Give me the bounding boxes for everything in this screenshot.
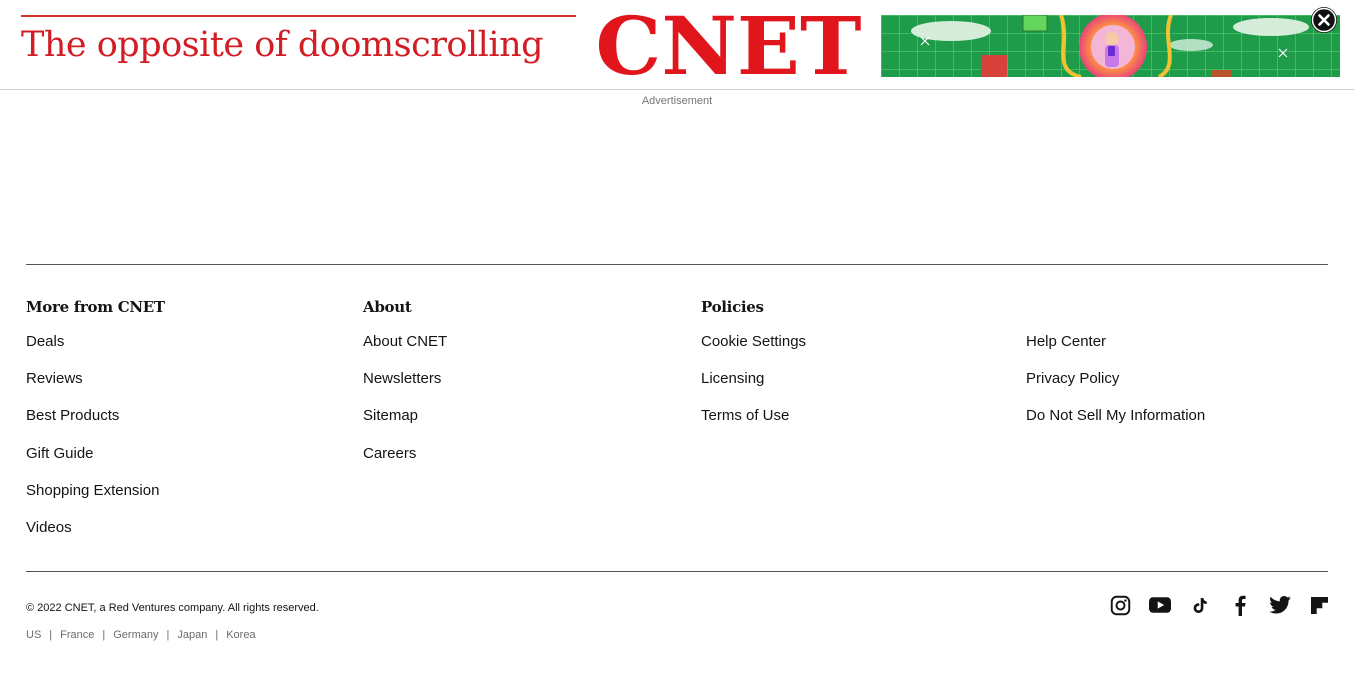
- separator: |: [102, 629, 106, 641]
- youtube-icon: [1149, 597, 1171, 613]
- separator: |: [215, 629, 219, 641]
- footer-heading: Policies: [701, 298, 764, 316]
- instagram-link[interactable]: [1109, 594, 1131, 616]
- separator: |: [166, 629, 170, 641]
- footer-column-policies-continued: Help Center Privacy Policy Do Not Sell M…: [1026, 298, 1205, 444]
- advertisement-label: Advertisement: [641, 95, 713, 107]
- footer-heading: About: [363, 298, 412, 316]
- footer-column-more-from-cnet: More from CNET Deals Reviews Best Produc…: [26, 298, 165, 555]
- edition-link-germany[interactable]: Germany: [113, 629, 158, 641]
- youtube-link[interactable]: [1149, 594, 1171, 616]
- facebook-icon: [1235, 595, 1246, 616]
- footer-column-policies: Policies Cookie Settings Licensing Terms…: [701, 298, 806, 444]
- cnet-logo: CNET: [596, 11, 862, 79]
- footer-heading: More from CNET: [26, 298, 165, 316]
- footer-link-do-not-sell[interactable]: Do Not Sell My Information: [1026, 406, 1205, 443]
- ad-divider-line: [21, 15, 576, 17]
- edition-link-us[interactable]: US: [26, 629, 41, 641]
- footer-divider-bottom: [26, 571, 1328, 572]
- twitter-icon: [1269, 596, 1291, 614]
- footer-divider-top: [26, 264, 1328, 265]
- edition-link-japan[interactable]: Japan: [177, 629, 207, 641]
- ad-close-button[interactable]: [1309, 5, 1339, 35]
- tiktok-icon: [1193, 597, 1207, 613]
- footer-link-terms-of-use[interactable]: Terms of Use: [701, 406, 806, 443]
- footer-link-sitemap[interactable]: Sitemap: [363, 406, 447, 443]
- ad-banner[interactable]: The opposite of doomscrolling CNET: [0, 0, 1354, 90]
- footer-column-about: About About CNET Newsletters Sitemap Car…: [363, 298, 447, 481]
- footer-link-newsletters[interactable]: Newsletters: [363, 369, 447, 406]
- edition-link-korea[interactable]: Korea: [226, 629, 255, 641]
- footer-link-help-center[interactable]: Help Center: [1026, 332, 1205, 369]
- edition-link-france[interactable]: France: [60, 629, 94, 641]
- cnet-logo-text: CNET: [596, 11, 862, 79]
- facebook-link[interactable]: [1229, 594, 1251, 616]
- footer-link-deals[interactable]: Deals: [26, 332, 165, 369]
- flipboard-link[interactable]: [1308, 594, 1330, 616]
- footer-link-gift-guide[interactable]: Gift Guide: [26, 444, 165, 481]
- footer-heading-empty: [1026, 298, 1205, 318]
- flipboard-icon: [1310, 596, 1328, 614]
- copyright-text: © 2022 CNET, a Red Ventures company. All…: [26, 602, 319, 614]
- footer-link-careers[interactable]: Careers: [363, 444, 447, 481]
- ad-illustration: [881, 15, 1340, 77]
- footer-link-about-cnet[interactable]: About CNET: [363, 332, 447, 369]
- separator: |: [49, 629, 53, 641]
- tiktok-link[interactable]: [1189, 594, 1211, 616]
- edition-links: US | France | Germany | Japan | Korea: [26, 629, 256, 641]
- footer-link-best-products[interactable]: Best Products: [26, 406, 165, 443]
- close-circle-icon: [1311, 7, 1337, 33]
- instagram-icon: [1110, 595, 1130, 615]
- footer-link-videos[interactable]: Videos: [26, 518, 165, 555]
- footer-link-cookie-settings[interactable]: Cookie Settings: [701, 332, 806, 369]
- footer-link-licensing[interactable]: Licensing: [701, 369, 806, 406]
- footer-link-shopping-extension[interactable]: Shopping Extension: [26, 481, 165, 518]
- footer-link-privacy-policy[interactable]: Privacy Policy: [1026, 369, 1205, 406]
- footer-link-reviews[interactable]: Reviews: [26, 369, 165, 406]
- ad-tagline: The opposite of doomscrolling: [21, 25, 544, 65]
- twitter-link[interactable]: [1269, 594, 1291, 616]
